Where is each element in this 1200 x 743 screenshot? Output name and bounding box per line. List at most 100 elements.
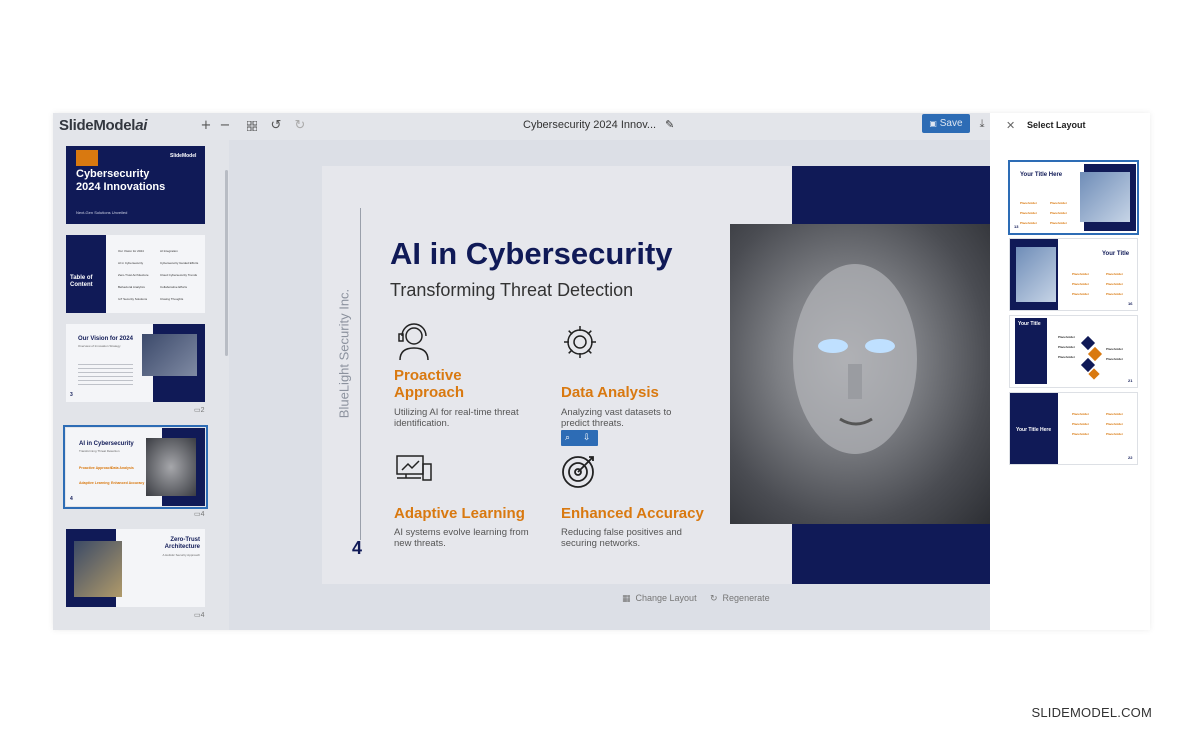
redo-icon[interactable]: ↻	[292, 117, 308, 135]
layout-number: 21	[1128, 378, 1133, 383]
slide-thumbnail-5[interactable]: Zero-Trust Architecture A Holistic Secur…	[66, 529, 205, 607]
feature-heading-4[interactable]: Enhanced Accuracy	[561, 505, 721, 522]
thumb-title: Our Vision for 2024	[78, 336, 133, 342]
document-title[interactable]: Cybersecurity 2024 Innov... ✎	[523, 118, 723, 131]
layout-placeholders-right: Placeholder Placeholder Placeholder	[1106, 412, 1124, 436]
feature-description-3[interactable]: AI systems evolve learning from new thre…	[394, 527, 534, 549]
thumb-brand: SlideModel	[170, 153, 197, 159]
layout-option-4[interactable]: Your Title Here Placeholder Placeholder Pl…	[1009, 392, 1138, 465]
change-layout-button[interactable]: ▦ Change Layout	[622, 593, 697, 604]
refresh-icon: ↻	[710, 594, 718, 604]
toc-column-2: AI Integration Cybersecurity Guided Effor…	[160, 249, 199, 301]
thumb-title: AI in Cybersecurity	[79, 441, 134, 447]
devices-chart-icon	[394, 450, 434, 490]
grid-icon[interactable]	[244, 117, 260, 135]
layout-title: Your Title Here	[1020, 172, 1063, 178]
thumb-title: Zero-Trust Architecture	[164, 537, 200, 550]
save-icon: ▣	[929, 119, 937, 128]
layout-number: 13	[1014, 224, 1019, 229]
robot-face-image[interactable]	[730, 224, 990, 524]
select-layout-title: Select Layout	[1027, 120, 1086, 130]
slides-scrollbar[interactable]	[225, 170, 228, 356]
circuit-image	[74, 541, 122, 597]
thumb-text-lines	[78, 364, 133, 388]
diamond-diagram	[1080, 336, 1103, 380]
feature-heading-2[interactable]: Data Analysis	[561, 384, 711, 401]
thumb-sidebar	[66, 235, 106, 313]
slide-thumbnail-2[interactable]: Table of Content Our Vision for 2024 AI i…	[66, 235, 205, 313]
feature-description-4[interactable]: Reducing false positives and securing ne…	[561, 527, 701, 549]
download-icon[interactable]: ⤓	[974, 114, 990, 133]
building-image	[1016, 247, 1056, 302]
slide-thumbnail-4[interactable]: AI in Cybersecurity Transforming Threat …	[63, 425, 208, 509]
save-button[interactable]: ▣ Save	[922, 114, 970, 133]
feature-heading-3[interactable]: Adaptive Learning	[394, 505, 554, 522]
thumb-subtitle: A Holistic Security Approach	[162, 553, 200, 557]
thumb-title: Cybersecurity 2024 Innovations	[76, 168, 166, 193]
layout-placeholders-right: Placeholder Placeholder Placeholder	[1106, 272, 1124, 296]
minus-icon[interactable]: −	[217, 117, 233, 135]
replace-image-icon[interactable]: ⇩	[583, 430, 591, 446]
slide-thumbnail-3[interactable]: Our Vision for 2024 Overview of Innovati…	[66, 324, 205, 402]
app-window: SlideModelai + − ↺ ↻ Cybersecurity 2024 …	[53, 113, 1150, 630]
company-vertical-text: BlueLight Security Inc.	[336, 288, 352, 419]
layout-grid-icon: ▦	[622, 594, 631, 604]
edit-icon[interactable]: ✎	[665, 118, 674, 131]
layout-placeholders-right: Placeholder Placeholder	[1106, 347, 1124, 361]
feature-description-2[interactable]: Analyzing vast datasets to predict threa…	[561, 407, 701, 429]
thumb-5-badge: ▭4	[194, 612, 205, 619]
navy-block-top	[792, 166, 990, 224]
feature-heading-1[interactable]: Proactive Approach	[394, 367, 514, 401]
vertical-divider	[360, 208, 361, 540]
close-icon[interactable]: ✕	[1006, 119, 1015, 132]
thumb-features-left: Proactive Approach Adaptive Learning	[79, 466, 112, 485]
layout-option-2[interactable]: Your Title Placeholder Placeholder Placeho…	[1009, 238, 1138, 311]
search-icon[interactable]: ⌕	[565, 430, 570, 446]
slide-title[interactable]: AI in Cybersecurity	[390, 236, 673, 272]
slide-canvas: BlueLight Security Inc. 4 AI in Cybersec…	[229, 140, 991, 630]
thumb-subtitle: Transforming Threat Detection	[79, 449, 120, 453]
undo-icon[interactable]: ↺	[268, 117, 284, 135]
layout-title: Your Title	[1018, 321, 1041, 327]
thumb-features-right: Data Analysis Enhanced Accuracy	[111, 466, 145, 485]
gear-icon	[560, 322, 600, 362]
thumb-title: Table of Content	[70, 275, 93, 288]
thumb-3-badge: ▭2	[194, 407, 205, 414]
image-tools-popup: ⌕ ⇩	[561, 430, 598, 446]
headset-user-icon	[394, 322, 434, 362]
slide-subtitle[interactable]: Transforming Threat Detection	[390, 280, 633, 301]
layout-number: 22	[1128, 455, 1133, 460]
navy-block-bottom	[792, 524, 990, 584]
select-layout-panel: ✕ Select Layout Your Title Here Placehol…	[990, 113, 1150, 630]
layout-option-3[interactable]: Your Title Placeholder Placeholder Placeho…	[1009, 315, 1138, 388]
slide-thumbnail-1[interactable]: SlideModel Cybersecurity 2024 Innovation…	[66, 146, 205, 224]
thumb-4-badge: ▭4	[194, 511, 205, 518]
app-logo: SlideModelai	[59, 117, 148, 134]
logo-badge	[76, 150, 98, 166]
thumb-subtitle: Overview of Innovation Strategy	[78, 344, 121, 348]
target-icon	[560, 450, 600, 490]
layout-title: Your Title Here	[1016, 427, 1052, 433]
regenerate-button[interactable]: ↻ Regenerate	[710, 593, 770, 604]
office-image	[142, 334, 197, 376]
feature-description-1[interactable]: Utilizing AI for real-time threat identi…	[394, 407, 534, 429]
thumb-page-number: 4	[70, 496, 73, 502]
slides-panel: SlideModel Cybersecurity 2024 Innovation…	[53, 140, 229, 630]
footer-brand: SLIDEMODEL.COM	[1031, 705, 1152, 720]
layout-placeholders-left: Placeholder Placeholder Placeholder	[1072, 272, 1090, 296]
toc-column-1: Our Vision for 2024 AI in Cybersecurity Ze…	[118, 249, 149, 301]
robot-image	[146, 438, 196, 496]
layout-placeholders-left: Placeholder Placeholder Placeholder	[1058, 335, 1076, 359]
plus-icon[interactable]: +	[198, 117, 214, 135]
thumb-page-number: 3	[70, 392, 73, 398]
layout-placeholders-right: Placeholder Placeholder Placeholder	[1050, 201, 1068, 225]
building-image	[1080, 172, 1130, 222]
thumb-subtitle: Next-Gen Solutions Unveiled	[76, 210, 128, 215]
layout-title: Your Title	[1102, 251, 1130, 257]
layout-accent	[1015, 318, 1047, 384]
layout-number: 16	[1128, 301, 1133, 306]
layout-option-1[interactable]: Your Title Here Placeholder Placeholder Pl…	[1008, 160, 1139, 235]
layout-placeholders-left: Placeholder Placeholder Placeholder	[1020, 201, 1038, 225]
current-slide[interactable]: BlueLight Security Inc. 4 AI in Cybersec…	[322, 166, 990, 584]
top-toolbar: SlideModelai + − ↺ ↻ Cybersecurity 2024 …	[53, 113, 991, 140]
